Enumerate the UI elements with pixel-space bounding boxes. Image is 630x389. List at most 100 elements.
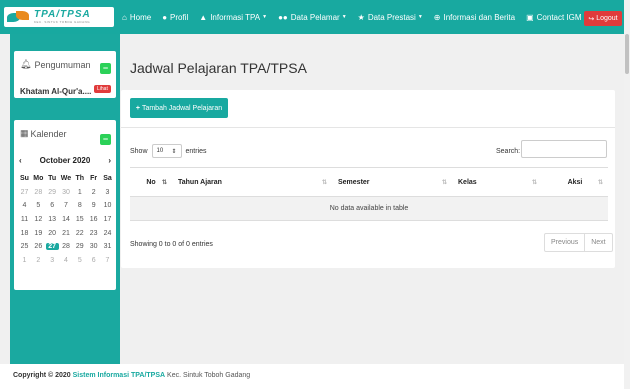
calendar-day[interactable]: 30 xyxy=(59,189,72,196)
view-badge[interactable]: Lihat xyxy=(94,85,111,93)
next-button[interactable]: Next xyxy=(584,234,611,251)
nav-item-home[interactable]: ⌂ Home xyxy=(122,13,151,22)
calendar-day[interactable]: 17 xyxy=(101,216,114,223)
sort-icon: ⇅ xyxy=(321,179,327,186)
calendar-day[interactable]: 1 xyxy=(18,257,31,264)
nav-label: Profil xyxy=(170,12,189,22)
calendar-title-text: Kalender xyxy=(30,128,67,139)
user-icon: ● xyxy=(162,12,168,22)
calendar-icon: ▦ xyxy=(20,128,29,138)
calendar-day[interactable]: 21 xyxy=(59,230,72,237)
entries-label: entries xyxy=(185,147,207,155)
add-schedule-button[interactable]: + Tambah Jadwal Pelajaran xyxy=(130,98,228,118)
calendar-day[interactable]: 7 xyxy=(59,202,72,209)
page-scrollbar[interactable] xyxy=(624,0,630,389)
calendar-day[interactable]: 31 xyxy=(101,243,114,250)
sort-icon: ⇅ xyxy=(531,179,537,186)
calendar-day[interactable]: 25 xyxy=(18,243,31,250)
collapse-toggle-button[interactable]: − xyxy=(100,134,111,145)
announcement-title-text: Pengumuman xyxy=(34,59,91,70)
calendar-day[interactable]: 29 xyxy=(46,189,59,196)
star-icon: ★ xyxy=(357,12,365,22)
calendar-day[interactable]: 27 xyxy=(45,243,59,251)
calendar-day[interactable]: 18 xyxy=(18,230,31,237)
column-header-no[interactable]: No ⇅ xyxy=(130,167,172,197)
pagination: Previous Next xyxy=(544,233,613,252)
calendar-day[interactable]: 15 xyxy=(73,216,86,223)
calendar-day[interactable]: 8 xyxy=(73,202,86,209)
calendar-day[interactable]: 14 xyxy=(59,216,72,223)
calendar-grid: Su Mo Tu We Th Fr Sa 27 28 29 30 1 2 3 4 5 6 7 8 9 10 11 12 13 1… xyxy=(18,172,114,267)
calendar-day[interactable]: 5 xyxy=(73,257,86,264)
entries-value: 10 xyxy=(156,148,164,154)
calendar-day[interactable]: 27 xyxy=(18,189,31,196)
calendar-day[interactable]: 16 xyxy=(87,216,100,223)
nav-item-contact[interactable]: ▣ Contact IGM xyxy=(526,13,581,22)
calendar-day[interactable]: 3 xyxy=(101,189,114,196)
nav-label: Home xyxy=(129,12,152,22)
calendar-day[interactable]: 11 xyxy=(18,216,31,223)
calendar-title: ▦ Kalender xyxy=(20,128,67,139)
calendar-day[interactable]: 9 xyxy=(87,202,100,209)
calendar-day[interactable]: 22 xyxy=(73,230,86,237)
calendar-day[interactable]: 28 xyxy=(32,189,45,196)
calendar-day[interactable]: 5 xyxy=(32,202,45,209)
calendar-day[interactable]: 29 xyxy=(73,243,86,250)
nav-item-informasi-tpa[interactable]: ▲ Informasi TPA ▼ xyxy=(199,13,267,22)
brand-tagline: KEC. SINTUK TOBOH GADANG xyxy=(34,20,91,24)
announcement-card: 🔔︎ Pengumuman − Khatam Al-Qur'a.... Lihat xyxy=(14,51,116,98)
next-month-icon[interactable]: › xyxy=(108,156,111,165)
nav-item-data-prestasi[interactable]: ★ Data Prestasi ▼ xyxy=(358,13,423,22)
footer-brand-link[interactable]: Sistem Informasi TPA/TPSA xyxy=(73,372,165,379)
previous-button[interactable]: Previous xyxy=(545,234,584,251)
calendar-day[interactable]: 2 xyxy=(32,257,45,264)
calendar-day[interactable]: 4 xyxy=(18,202,31,209)
prev-month-icon[interactable]: ‹ xyxy=(19,156,22,165)
sort-icon: ⇅ xyxy=(441,179,447,186)
add-button-label: Tambah Jadwal Pelajaran xyxy=(141,104,223,112)
nav-label: Informasi TPA xyxy=(210,12,261,22)
announcement-title: 🔔︎ Pengumuman xyxy=(20,59,90,70)
calendar-day[interactable]: 1 xyxy=(73,189,86,196)
calendar-day[interactable]: 4 xyxy=(59,257,72,264)
column-label: Tahun Ajaran xyxy=(178,178,222,186)
calendar-day[interactable]: 12 xyxy=(32,216,45,223)
scrollbar-thumb[interactable] xyxy=(625,34,629,74)
calendar-day[interactable]: 10 xyxy=(101,202,114,209)
logout-button[interactable]: ↪ Logout xyxy=(584,11,622,26)
entries-select[interactable]: 10 ⇕ xyxy=(151,144,182,158)
search-input[interactable] xyxy=(521,140,607,158)
sidebar: 🔔︎ Pengumuman − Khatam Al-Qur'a.... Lihat… xyxy=(10,34,120,364)
calendar-day[interactable]: 24 xyxy=(101,230,114,237)
column-header-aksi[interactable]: Aksi ⇅ xyxy=(542,167,608,197)
calendar-day[interactable]: 26 xyxy=(32,243,45,250)
calendar-day[interactable]: 20 xyxy=(46,230,59,237)
nav-item-informasi-berita[interactable]: ⊕ Informasi dan Berita xyxy=(434,13,515,22)
calendar-day[interactable]: 6 xyxy=(46,202,59,209)
brand-logo[interactable]: TPA/TPSA KEC. SINTUK TOBOH GADANG xyxy=(4,7,114,27)
calendar-day[interactable]: 13 xyxy=(46,216,59,223)
collapse-toggle-button[interactable]: − xyxy=(100,63,111,74)
calendar-day[interactable]: 3 xyxy=(46,257,59,264)
column-label: Aksi xyxy=(567,178,583,186)
calendar-day[interactable]: 19 xyxy=(32,230,45,237)
top-navbar: TPA/TPSA KEC. SINTUK TOBOH GADANG ⌂ Home … xyxy=(0,0,624,34)
weekday-label: Sa xyxy=(103,175,112,183)
calendar-day[interactable]: 6 xyxy=(87,257,100,264)
column-header-tahun-ajaran[interactable]: Tahun Ajaran ⇅ xyxy=(172,167,332,197)
announcement-item[interactable]: Khatam Al-Qur'a.... xyxy=(20,87,91,96)
nav-item-profil[interactable]: ● Profil xyxy=(162,13,188,22)
nav-label: Contact IGM xyxy=(536,12,582,22)
show-label: Show xyxy=(130,147,148,155)
column-header-kelas[interactable]: Kelas ⇅ xyxy=(452,167,542,197)
logout-label: Logout xyxy=(596,15,618,22)
calendar-day[interactable]: 28 xyxy=(59,243,72,250)
nav-item-data-pelamar[interactable]: ●● Data Pelamar ▼ xyxy=(278,13,347,22)
chevron-updown-icon: ⇕ xyxy=(171,148,177,155)
calendar-day[interactable]: 23 xyxy=(87,230,100,237)
calendar-day[interactable]: 7 xyxy=(101,257,114,264)
calendar-day[interactable]: 2 xyxy=(87,189,100,196)
column-header-semester[interactable]: Semester ⇅ xyxy=(332,167,452,197)
calendar-day[interactable]: 30 xyxy=(87,243,100,250)
entries-length-control: Show 10 ⇕ entries xyxy=(130,144,207,158)
